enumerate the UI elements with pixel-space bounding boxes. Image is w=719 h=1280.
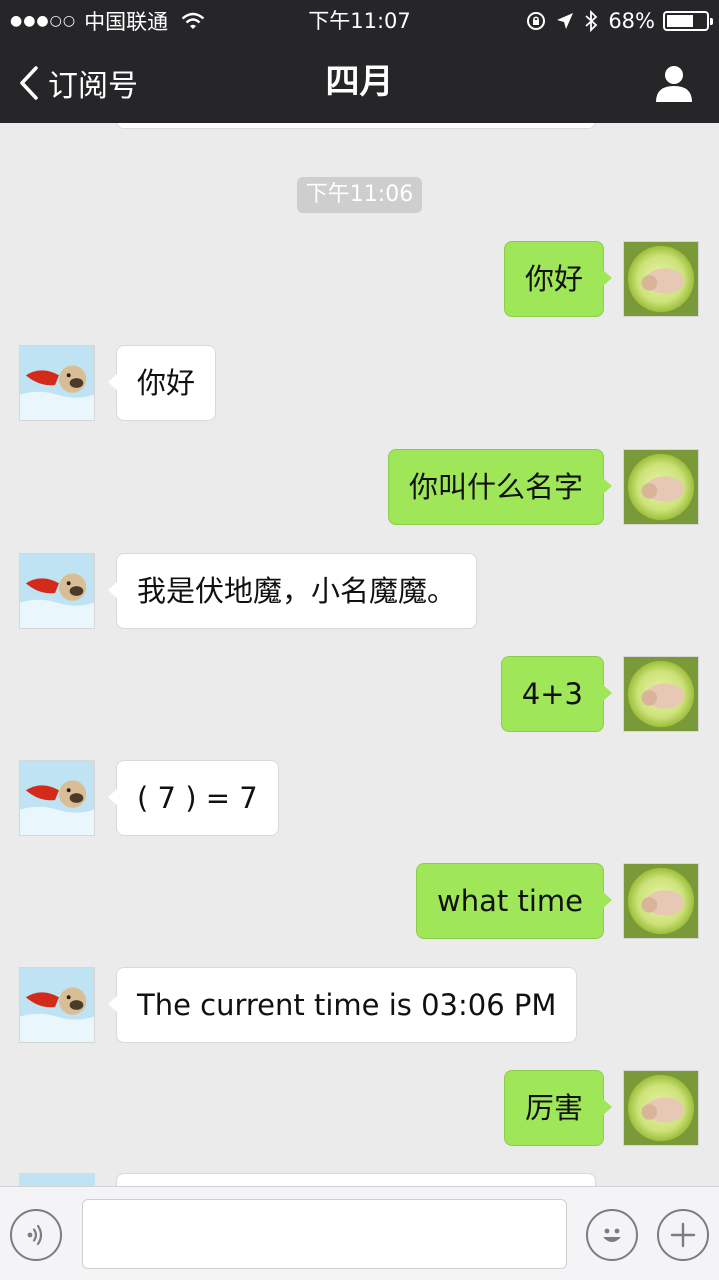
nav-bar: 订阅号 四月 [0, 42, 719, 123]
user-avatar[interactable] [623, 449, 699, 525]
input-bar [0, 1186, 719, 1280]
battery-percent: 68% [608, 9, 655, 33]
voice-button[interactable] [10, 1209, 62, 1261]
voice-icon [27, 1224, 43, 1246]
status-right: 68% [516, 0, 713, 42]
bot-avatar[interactable] [19, 345, 95, 421]
message-bubble-incoming[interactable]: 我是伏地魔，小名魔魔。 [107, 553, 478, 629]
bluetooth-icon [585, 10, 598, 32]
previous-message-bubble [116, 123, 596, 129]
person-icon[interactable] [653, 62, 695, 104]
next-message-bubble [116, 1173, 596, 1186]
chat-area[interactable]: 下午11:06 你好 你好 你叫什么名字 我是伏地魔，小名魔魔。 4+3 ( 7… [0, 123, 719, 1186]
emoji-button[interactable] [586, 1209, 638, 1261]
battery-icon [663, 11, 713, 31]
user-avatar[interactable] [623, 656, 699, 732]
timestamp: 下午11:06 [297, 177, 422, 213]
message-input[interactable] [82, 1199, 567, 1269]
rotation-lock-icon [527, 12, 546, 30]
plus-icon [670, 1222, 696, 1248]
emoji-icon [603, 1228, 621, 1242]
more-button[interactable] [657, 1209, 709, 1261]
message-bubble-incoming[interactable]: 你好 [107, 345, 217, 421]
message-bubble-incoming[interactable]: The current time is 03:06 PM [107, 967, 578, 1043]
message-bubble-outgoing[interactable]: 你好 [503, 241, 613, 317]
user-avatar[interactable] [623, 241, 699, 317]
location-arrow-icon [557, 13, 574, 29]
bot-avatar[interactable] [19, 967, 95, 1043]
bot-avatar-partial [19, 1173, 95, 1186]
message-bubble-outgoing[interactable]: 你叫什么名字 [387, 449, 613, 525]
message-bubble-outgoing[interactable]: 4+3 [500, 656, 613, 732]
status-bar: ●●●○○ 中国联通 下午11:07 68% [0, 0, 719, 42]
message-bubble-outgoing[interactable]: 厉害 [503, 1070, 613, 1146]
user-avatar[interactable] [623, 863, 699, 939]
bot-avatar[interactable] [19, 760, 95, 836]
user-avatar[interactable] [623, 1070, 699, 1146]
message-bubble-incoming[interactable]: ( 7 ) = 7 [108, 760, 279, 836]
bot-avatar[interactable] [19, 553, 95, 629]
battery-fill [667, 15, 693, 27]
message-bubble-outgoing[interactable]: what time [416, 863, 612, 939]
chat-title: 四月 [325, 62, 394, 102]
